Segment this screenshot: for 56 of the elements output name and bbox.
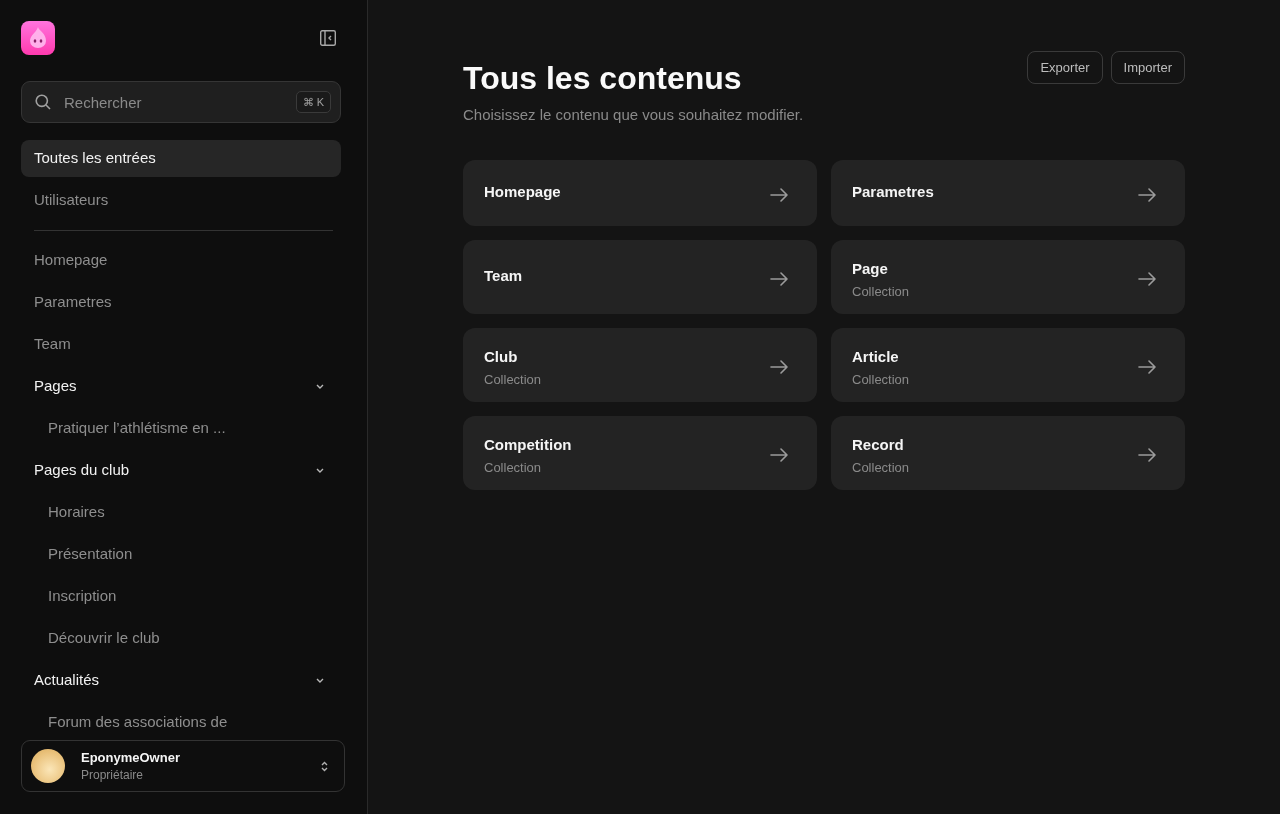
content-card[interactable]: Page Collection (831, 240, 1185, 314)
logo-icon[interactable] (21, 21, 55, 55)
page-subtitle: Choisissez le contenu que vous souhaitez modifier. (463, 106, 804, 124)
card-title: Record (852, 435, 905, 455)
card-title: Parametres (852, 182, 934, 202)
arrow-right-icon (1138, 188, 1156, 202)
nav-item[interactable]: Utilisateurs (21, 182, 341, 219)
header-button[interactable]: Importer (1110, 51, 1185, 84)
arrow-right-icon (770, 448, 788, 462)
nav-subitem[interactable]: Inscription (21, 578, 341, 615)
card-subtitle: Collection (852, 371, 910, 389)
header-button[interactable]: Exporter (1027, 51, 1103, 84)
nav-group[interactable]: Actualités (21, 662, 341, 699)
card-subtitle: Collection (484, 459, 543, 477)
arrow-right-icon (1138, 448, 1156, 462)
card-title: Article (852, 347, 900, 367)
keyboard-shortcut: ⌘ K (295, 91, 331, 113)
card-title: Club (484, 347, 519, 367)
card-subtitle: Collection (852, 459, 910, 477)
nav-subitem[interactable]: Présentation (21, 536, 341, 573)
sidebar-toggle-icon[interactable] (320, 30, 336, 46)
nav-item[interactable]: Homepage (21, 242, 341, 279)
content-card[interactable]: Competition Collection (463, 416, 817, 490)
arrow-right-icon (1138, 272, 1156, 286)
page-title: Tous les contenus (463, 59, 743, 97)
content-card[interactable]: Parametres (831, 160, 1185, 226)
nav-group[interactable]: Pages du club (21, 452, 341, 489)
content-card[interactable]: Club Collection (463, 328, 817, 402)
nav-subitem[interactable]: Découvrir le club (21, 620, 341, 657)
content-card[interactable]: Team (463, 240, 817, 314)
card-subtitle: Collection (484, 371, 542, 389)
card-title: Homepage (484, 182, 561, 202)
user-name: EponymeOwner (81, 749, 181, 766)
content-card[interactable]: Homepage (463, 160, 817, 226)
card-title: Page (852, 259, 889, 279)
card-subtitle: Collection (852, 283, 910, 301)
arrow-right-icon (770, 272, 788, 286)
nav-subitem[interactable]: Horaires (21, 494, 341, 531)
search-icon (35, 94, 51, 110)
nav-item[interactable]: Toutes les entrées (21, 140, 341, 177)
arrow-right-icon (770, 360, 788, 374)
card-title: Team (484, 266, 523, 286)
arrow-right-icon (770, 188, 788, 202)
content-card[interactable]: Record Collection (831, 416, 1185, 490)
content-card[interactable]: Article Collection (831, 328, 1185, 402)
nav-item[interactable]: Team (21, 326, 341, 363)
up-down-chevron-icon (321, 760, 328, 772)
nav-group[interactable]: Pages (21, 368, 341, 405)
avatar-icon (31, 749, 65, 784)
card-title: Competition (484, 435, 572, 455)
nav-subitem[interactable]: Forum des associations de (21, 704, 341, 741)
nav-item[interactable]: Parametres (21, 284, 341, 321)
user-role: Propriétaire (81, 767, 145, 783)
arrow-right-icon (1138, 360, 1156, 374)
user-menu[interactable]: EponymeOwner Propriétaire (21, 740, 345, 792)
nav-subitem[interactable]: Pratiquer l’athlétisme en ... (21, 410, 341, 447)
